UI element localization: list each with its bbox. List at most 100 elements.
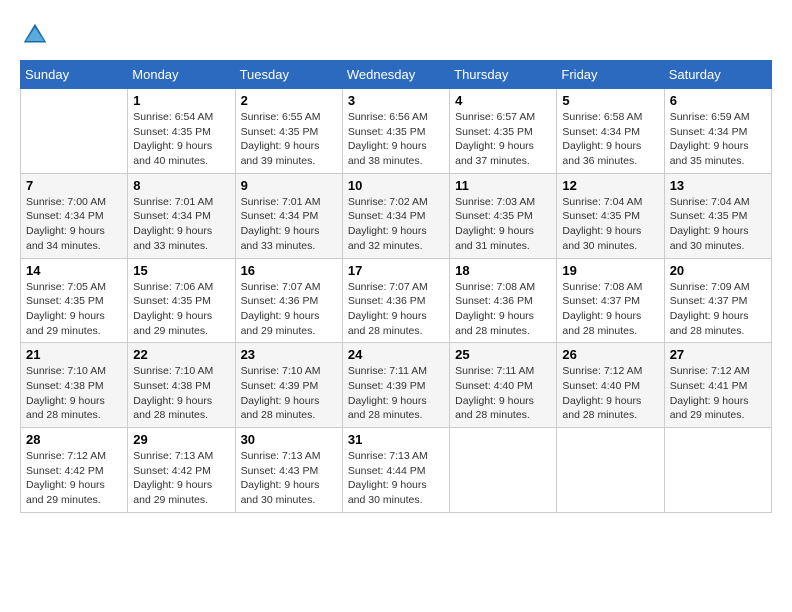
day-number: 16 (241, 263, 337, 278)
day-number: 19 (562, 263, 658, 278)
day-cell: 27Sunrise: 7:12 AMSunset: 4:41 PMDayligh… (664, 343, 771, 428)
day-info: Sunrise: 6:56 AMSunset: 4:35 PMDaylight:… (348, 110, 444, 169)
day-info: Sunrise: 6:57 AMSunset: 4:35 PMDaylight:… (455, 110, 551, 169)
day-number: 21 (26, 347, 122, 362)
day-number: 13 (670, 178, 766, 193)
day-info: Sunrise: 7:04 AMSunset: 4:35 PMDaylight:… (670, 195, 766, 254)
day-number: 6 (670, 93, 766, 108)
day-cell: 23 Sunrise: 7:10 AMSunset: 4:39 PMDayligh… (235, 343, 342, 428)
day-info: Sunrise: 7:12 AMSunset: 4:40 PMDaylight:… (562, 364, 658, 423)
day-cell: 26 Sunrise: 7:12 AMSunset: 4:40 PMDayligh… (557, 343, 664, 428)
day-info: Sunrise: 7:07 AMSunset: 4:36 PMDaylight:… (348, 280, 444, 339)
day-number: 4 (455, 93, 551, 108)
day-cell: 18 Sunrise: 7:08 AMSunset: 4:36 PMDayligh… (450, 258, 557, 343)
day-info: Sunrise: 7:09 AMSunset: 4:37 PMDaylight:… (670, 280, 766, 339)
weekday-header-row: SundayMondayTuesdayWednesdayThursdayFrid… (21, 61, 772, 89)
day-cell: 10 Sunrise: 7:02 AMSunset: 4:34 PMDayligh… (342, 173, 449, 258)
logo (20, 20, 54, 50)
day-number: 9 (241, 178, 337, 193)
weekday-header-wednesday: Wednesday (342, 61, 449, 89)
day-cell: 15 Sunrise: 7:06 AMSunset: 4:35 PMDayligh… (128, 258, 235, 343)
day-cell: 28Sunrise: 7:12 AMSunset: 4:42 PMDayligh… (21, 428, 128, 513)
day-cell: 3 Sunrise: 6:56 AMSunset: 4:35 PMDaylight… (342, 89, 449, 174)
weekday-header-friday: Friday (557, 61, 664, 89)
day-number: 25 (455, 347, 551, 362)
logo-icon (20, 20, 50, 50)
day-number: 3 (348, 93, 444, 108)
day-cell (450, 428, 557, 513)
day-number: 2 (241, 93, 337, 108)
day-number: 8 (133, 178, 229, 193)
day-number: 15 (133, 263, 229, 278)
day-info: Sunrise: 7:10 AMSunset: 4:38 PMDaylight:… (26, 364, 122, 423)
week-row-1: 1 Sunrise: 6:54 AMSunset: 4:35 PMDaylight… (21, 89, 772, 174)
day-cell: 9 Sunrise: 7:01 AMSunset: 4:34 PMDaylight… (235, 173, 342, 258)
day-info: Sunrise: 7:00 AMSunset: 4:34 PMDaylight:… (26, 195, 122, 254)
day-info: Sunrise: 7:13 AMSunset: 4:44 PMDaylight:… (348, 449, 444, 508)
day-number: 17 (348, 263, 444, 278)
day-number: 29 (133, 432, 229, 447)
day-cell: 1 Sunrise: 6:54 AMSunset: 4:35 PMDaylight… (128, 89, 235, 174)
day-number: 1 (133, 93, 229, 108)
day-info: Sunrise: 7:08 AMSunset: 4:37 PMDaylight:… (562, 280, 658, 339)
weekday-header-monday: Monday (128, 61, 235, 89)
day-info: Sunrise: 7:03 AMSunset: 4:35 PMDaylight:… (455, 195, 551, 254)
day-cell: 29Sunrise: 7:13 AMSunset: 4:42 PMDayligh… (128, 428, 235, 513)
day-info: Sunrise: 7:05 AMSunset: 4:35 PMDaylight:… (26, 280, 122, 339)
day-number: 28 (26, 432, 122, 447)
day-number: 10 (348, 178, 444, 193)
day-cell: 4 Sunrise: 6:57 AMSunset: 4:35 PMDaylight… (450, 89, 557, 174)
day-number: 20 (670, 263, 766, 278)
day-info: Sunrise: 7:08 AMSunset: 4:36 PMDaylight:… (455, 280, 551, 339)
day-info: Sunrise: 6:54 AMSunset: 4:35 PMDaylight:… (133, 110, 229, 169)
day-info: Sunrise: 7:13 AMSunset: 4:43 PMDaylight:… (241, 449, 337, 508)
day-number: 11 (455, 178, 551, 193)
day-number: 14 (26, 263, 122, 278)
week-row-2: 7 Sunrise: 7:00 AMSunset: 4:34 PMDaylight… (21, 173, 772, 258)
day-cell: 11 Sunrise: 7:03 AMSunset: 4:35 PMDayligh… (450, 173, 557, 258)
day-cell: 2 Sunrise: 6:55 AMSunset: 4:35 PMDaylight… (235, 89, 342, 174)
day-info: Sunrise: 7:12 AMSunset: 4:41 PMDaylight:… (670, 364, 766, 423)
week-row-5: 28Sunrise: 7:12 AMSunset: 4:42 PMDayligh… (21, 428, 772, 513)
day-info: Sunrise: 6:55 AMSunset: 4:35 PMDaylight:… (241, 110, 337, 169)
day-number: 18 (455, 263, 551, 278)
weekday-header-tuesday: Tuesday (235, 61, 342, 89)
day-info: Sunrise: 7:11 AMSunset: 4:40 PMDaylight:… (455, 364, 551, 423)
day-number: 31 (348, 432, 444, 447)
day-info: Sunrise: 7:07 AMSunset: 4:36 PMDaylight:… (241, 280, 337, 339)
day-cell (664, 428, 771, 513)
day-number: 7 (26, 178, 122, 193)
week-row-4: 21 Sunrise: 7:10 AMSunset: 4:38 PMDayligh… (21, 343, 772, 428)
page-header (20, 20, 772, 50)
day-number: 12 (562, 178, 658, 193)
day-cell: 5 Sunrise: 6:58 AMSunset: 4:34 PMDaylight… (557, 89, 664, 174)
day-info: Sunrise: 7:04 AMSunset: 4:35 PMDaylight:… (562, 195, 658, 254)
day-cell: 25 Sunrise: 7:11 AMSunset: 4:40 PMDayligh… (450, 343, 557, 428)
day-cell (21, 89, 128, 174)
day-cell: 22Sunrise: 7:10 AMSunset: 4:38 PMDayligh… (128, 343, 235, 428)
day-cell: 16 Sunrise: 7:07 AMSunset: 4:36 PMDayligh… (235, 258, 342, 343)
day-cell: 7 Sunrise: 7:00 AMSunset: 4:34 PMDaylight… (21, 173, 128, 258)
week-row-3: 14 Sunrise: 7:05 AMSunset: 4:35 PMDayligh… (21, 258, 772, 343)
day-cell (557, 428, 664, 513)
day-number: 5 (562, 93, 658, 108)
calendar: SundayMondayTuesdayWednesdayThursdayFrid… (20, 60, 772, 513)
day-number: 26 (562, 347, 658, 362)
day-number: 30 (241, 432, 337, 447)
day-info: Sunrise: 7:10 AMSunset: 4:39 PMDaylight:… (241, 364, 337, 423)
day-info: Sunrise: 7:01 AMSunset: 4:34 PMDaylight:… (241, 195, 337, 254)
day-number: 23 (241, 347, 337, 362)
day-cell: 14 Sunrise: 7:05 AMSunset: 4:35 PMDayligh… (21, 258, 128, 343)
day-cell: 17 Sunrise: 7:07 AMSunset: 4:36 PMDayligh… (342, 258, 449, 343)
day-cell: 13 Sunrise: 7:04 AMSunset: 4:35 PMDayligh… (664, 173, 771, 258)
day-cell: 21 Sunrise: 7:10 AMSunset: 4:38 PMDayligh… (21, 343, 128, 428)
day-number: 22 (133, 347, 229, 362)
weekday-header-thursday: Thursday (450, 61, 557, 89)
day-info: Sunrise: 7:11 AMSunset: 4:39 PMDaylight:… (348, 364, 444, 423)
day-cell: 19 Sunrise: 7:08 AMSunset: 4:37 PMDayligh… (557, 258, 664, 343)
day-cell: 6Sunrise: 6:59 AMSunset: 4:34 PMDaylight… (664, 89, 771, 174)
day-info: Sunrise: 7:06 AMSunset: 4:35 PMDaylight:… (133, 280, 229, 339)
day-info: Sunrise: 6:58 AMSunset: 4:34 PMDaylight:… (562, 110, 658, 169)
day-info: Sunrise: 7:02 AMSunset: 4:34 PMDaylight:… (348, 195, 444, 254)
day-cell: 8Sunrise: 7:01 AMSunset: 4:34 PMDaylight… (128, 173, 235, 258)
